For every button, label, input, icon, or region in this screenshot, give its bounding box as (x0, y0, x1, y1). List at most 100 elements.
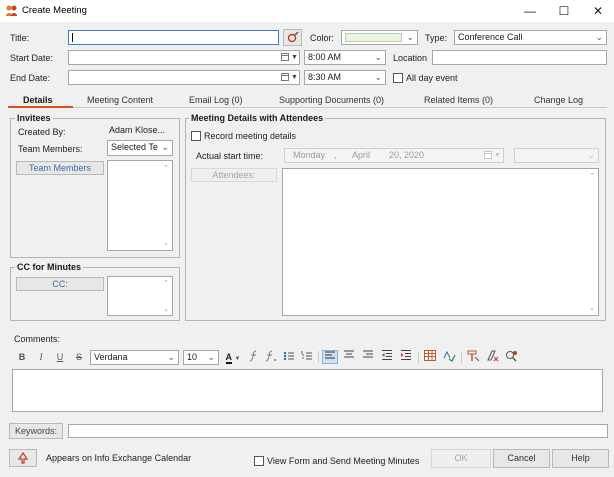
close-button[interactable]: ✕ (583, 2, 613, 20)
spell-check-button[interactable] (442, 350, 456, 364)
keywords-input[interactable] (68, 424, 608, 438)
chevron-down-icon: ⌄ (406, 32, 414, 42)
help-button[interactable]: Help (552, 449, 609, 468)
actual-start-time-select[interactable]: ⌄ (514, 148, 599, 163)
pick-title-button[interactable] (283, 29, 302, 46)
calendar-flag-icon (17, 451, 29, 464)
function-subscript-icon (265, 350, 276, 362)
team-members-label: Team Members: (18, 144, 83, 154)
calendar-toggle-button[interactable] (9, 449, 37, 467)
scroll-up-icon[interactable]: ⌃ (163, 164, 169, 172)
attendees-list[interactable]: ⌃ ⌄ (282, 168, 599, 316)
format-painter-button[interactable] (466, 350, 480, 364)
type-select[interactable]: Conference Call ⌄ (454, 30, 607, 45)
text-cursor (72, 33, 73, 42)
end-date-label: End Date: (10, 73, 51, 83)
dropdown-arrow-icon: ▼ (234, 356, 241, 362)
calendar-icon (281, 73, 289, 81)
cancel-button[interactable]: Cancel (493, 449, 550, 468)
underline-button[interactable]: U (54, 350, 66, 364)
minimize-button[interactable]: — (515, 2, 545, 20)
comments-editor[interactable] (12, 369, 603, 412)
record-details-checkbox[interactable] (191, 131, 201, 141)
toolbar-separator (318, 351, 319, 363)
spell-picker-icon (287, 31, 298, 43)
send-minutes-checkbox[interactable] (254, 456, 264, 466)
chevron-down-icon: ⌄ (167, 352, 175, 362)
italic-button[interactable]: I (35, 350, 47, 364)
outdent-button[interactable] (380, 350, 394, 364)
ok-button[interactable]: OK (431, 449, 491, 468)
bullet-list-icon (283, 351, 294, 361)
cc-list[interactable]: ⌃ ⌄ (107, 276, 173, 316)
numbered-list-button[interactable] (301, 350, 313, 364)
indent-icon (400, 350, 411, 360)
tab-related-items[interactable]: Related Items (0) (424, 95, 493, 105)
align-left-icon (324, 351, 335, 359)
dropdown-arrow-icon: ▼ (291, 74, 298, 81)
maximize-button[interactable]: ☐ (549, 2, 579, 20)
subscript-button[interactable] (265, 350, 277, 364)
app-icon (5, 4, 18, 17)
tab-email-log[interactable]: Email Log (0) (189, 95, 243, 105)
end-time-select[interactable]: 8:30 AM ⌄ (304, 70, 386, 85)
start-date-input[interactable]: ▼ (68, 50, 300, 65)
cc-legend: CC for Minutes (15, 262, 83, 272)
window-title: Create Meeting (22, 5, 87, 16)
scroll-down-icon[interactable]: ⌄ (589, 304, 595, 312)
tab-meeting-content[interactable]: Meeting Content (87, 95, 153, 105)
team-members-select[interactable]: Selected Te ⌄ (107, 140, 173, 156)
created-by-label: Created By: (18, 127, 66, 137)
location-input[interactable] (432, 50, 607, 65)
function-icon (249, 350, 257, 362)
indent-button[interactable] (399, 350, 413, 364)
find-replace-button[interactable] (504, 350, 518, 364)
clear-format-icon (486, 350, 498, 362)
font-size-value: 10 (187, 352, 198, 362)
team-members-list[interactable]: ⌃ ⌄ (107, 160, 173, 251)
calendar-icon (484, 151, 492, 159)
type-label: Type: (425, 33, 448, 43)
tab-supporting-documents[interactable]: Supporting Documents (0) (279, 95, 384, 105)
scroll-up-icon[interactable]: ⌃ (589, 172, 595, 180)
bold-button[interactable]: B (16, 350, 28, 364)
font-color-icon: A (225, 352, 233, 364)
all-day-checkbox[interactable] (393, 73, 403, 83)
color-select[interactable]: ⌄ (341, 30, 418, 45)
team-members-button[interactable]: Team Members (16, 161, 104, 175)
comments-label: Comments: (14, 334, 61, 344)
font-color-button[interactable]: A ▼ (223, 350, 243, 364)
keywords-button[interactable]: Keywords: (9, 423, 63, 439)
month-value: April (352, 150, 371, 160)
font-family-select[interactable]: Verdana ⌄ (90, 350, 179, 365)
strikethrough-button[interactable]: S (73, 350, 85, 364)
start-time-value: 8:00 AM (308, 52, 342, 62)
align-center-button[interactable] (342, 350, 356, 364)
start-date-label: Start Date: (10, 53, 54, 63)
end-date-input[interactable]: ▼ (68, 70, 300, 85)
bullet-list-button[interactable] (283, 350, 295, 364)
tab-strip-divider (8, 107, 607, 108)
day-year-value: 20, 2020 (389, 150, 425, 160)
calendar-icon (281, 53, 289, 61)
superscript-button[interactable] (249, 350, 259, 364)
scroll-up-icon[interactable]: ⌃ (163, 279, 169, 287)
format-painter-icon (467, 350, 479, 362)
actual-start-date-input[interactable]: Monday , April 20, 2020 ▼ (284, 148, 504, 163)
align-left-button[interactable] (322, 350, 338, 364)
cc-button[interactable]: CC: (16, 277, 104, 291)
clear-format-button[interactable] (485, 350, 499, 364)
scroll-down-icon[interactable]: ⌄ (163, 239, 169, 247)
font-size-select[interactable]: 10 ⌄ (183, 350, 219, 365)
attendees-button[interactable]: Attendees: (191, 168, 277, 182)
align-right-button[interactable] (361, 350, 375, 364)
record-details-label: Record meeting details (204, 131, 297, 141)
tab-change-log[interactable]: Change Log (534, 95, 583, 105)
start-time-select[interactable]: 8:00 AM ⌄ (304, 50, 386, 65)
tab-details[interactable]: Details (23, 95, 53, 105)
scroll-down-icon[interactable]: ⌄ (163, 305, 169, 313)
title-input[interactable] (68, 30, 279, 45)
insert-table-button[interactable] (423, 350, 437, 364)
end-time-value: 8:30 AM (308, 72, 342, 82)
font-family-value: Verdana (94, 352, 128, 362)
